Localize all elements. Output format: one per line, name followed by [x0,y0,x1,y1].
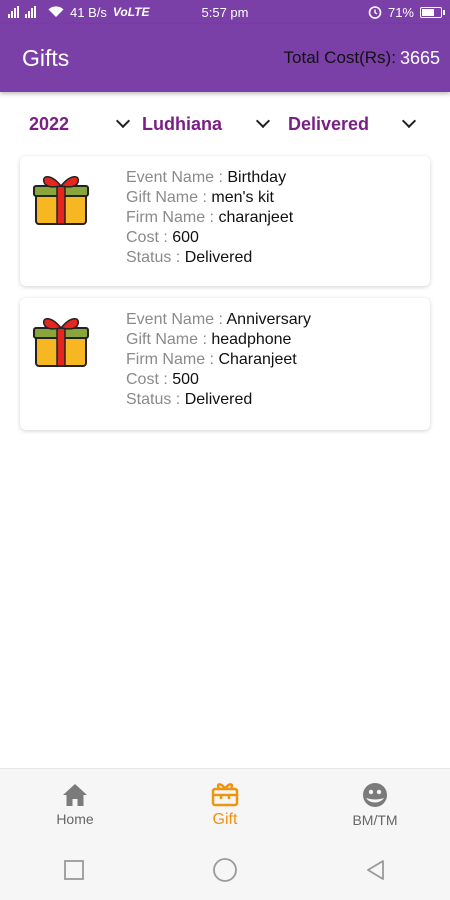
gift-icon [211,782,239,806]
gift-card[interactable]: Event Name : Birthday Gift Name : men's … [20,156,430,286]
gift-details: Event Name : Birthday Gift Name : men's … [126,168,293,268]
status-row: Status : Delivered [126,249,253,266]
gift-name-row: Gift Name : men's kit [126,189,274,206]
signal-icon [8,6,36,18]
status-bar: 41 B/s VoLTE 5:57 pm 71% [0,0,450,24]
status-right: 71% [368,4,445,20]
firm-name-value: charanjeet [218,209,294,226]
alarm-icon [368,6,382,19]
city-dropdown-value: Ludhiana [142,113,222,134]
event-name-value: Anniversary [226,311,311,328]
nav-item-label: Home [56,810,94,827]
status-dropdown[interactable]: Delivered [272,114,422,135]
gift-name-row: Gift Name : headphone [126,331,292,348]
total-cost-label: Total Cost(Rs): [283,48,396,67]
status-value: Delivered [184,391,253,408]
gift-name-value: headphone [211,331,292,348]
gift-box-icon [33,318,89,367]
nav-item-label: Gift [212,810,238,828]
firm-name-row: Firm Name : charanjeet [126,209,294,226]
battery-icon [420,6,445,18]
bottom-nav: Home Gift BM/TM [0,768,450,840]
app-bar: Gifts Total Cost(Rs): 3665 [0,24,450,92]
system-nav-bar [0,840,450,900]
network-speed: 41 B/s [70,4,107,20]
home-icon [63,783,87,806]
face-icon [363,782,387,807]
status-dropdown-value: Delivered [288,113,370,134]
filter-bar: 2022 Ludhiana Delivered [0,104,450,144]
chevron-down-icon [115,113,131,129]
nav-item-gift[interactable]: Gift [150,769,300,840]
gift-name-value: men's kit [211,189,274,206]
year-dropdown[interactable]: 2022 [0,114,142,135]
firm-name-row: Firm Name : Charanjeet [126,351,297,368]
battery-fill [422,8,434,16]
cost-row: Cost : 600 [126,229,199,246]
nav-item-bmtm[interactable]: BM/TM [300,769,450,840]
chevron-down-icon [255,113,271,129]
status-left: 41 B/s VoLTE [8,5,368,20]
chevron-down-icon [401,113,417,129]
event-name-value: Birthday [227,169,287,186]
cost-value: 500 [172,371,199,388]
cost-row: Cost : 500 [126,371,199,388]
cost-value: 600 [172,229,199,246]
wifi-icon [48,6,64,18]
gift-card[interactable]: Event Name : Anniversary Gift Name : hea… [20,298,430,430]
nav-item-label: BM/TM [352,811,398,828]
nav-item-home[interactable]: Home [0,769,150,840]
back-icon[interactable] [365,859,387,881]
battery-percent: 71% [387,4,414,20]
total-cost-value: 3665 [399,47,440,68]
recents-icon[interactable] [63,859,85,881]
status-value: Delivered [184,249,253,266]
volte-indicator: VoLTE [112,5,150,19]
status-row: Status : Delivered [126,391,253,408]
year-dropdown-value: 2022 [29,113,70,134]
firm-name-value: Charanjeet [218,351,297,368]
home-button-icon[interactable] [212,857,238,883]
gift-box-icon [33,176,89,225]
city-dropdown[interactable]: Ludhiana [142,114,272,135]
gift-details: Event Name : Anniversary Gift Name : hea… [126,310,311,410]
event-name-row: Event Name : Anniversary [126,311,311,328]
page-title: Gifts [22,44,70,71]
event-name-row: Event Name : Birthday [126,169,287,186]
